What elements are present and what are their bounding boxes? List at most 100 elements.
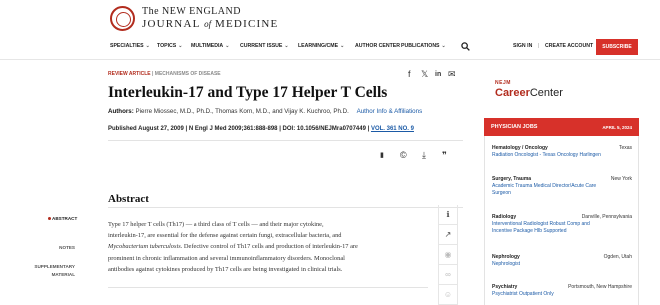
logo-title-bottom[interactable]: JOURNAL of MEDICINE xyxy=(142,18,278,30)
authors-label: Authors: xyxy=(108,108,134,115)
nav-label: CURRENT ISSUE xyxy=(240,43,283,49)
logo-of: of xyxy=(204,19,212,29)
career-center-logo[interactable]: CareerCenter xyxy=(495,87,563,99)
eye-icon[interactable]: ◉ xyxy=(438,245,458,265)
nav-item-publications[interactable]: PUBLICATIONS ⌄ xyxy=(401,43,446,49)
nav-item-topics[interactable]: TOPICS ⌄ xyxy=(157,43,182,49)
kicker-type[interactable]: REVIEW ARTICLE xyxy=(108,71,151,77)
authors-names: Pierre Miossec, M.D., Ph.D., Thomas Korn… xyxy=(135,108,349,115)
abstract-line: interleukin-17, are essential for the de… xyxy=(108,232,342,240)
copyright-icon[interactable]: © xyxy=(400,150,407,160)
rail-label-line1: SUPPLEMENTARY xyxy=(34,264,75,269)
trending-icon[interactable]: ↗ xyxy=(438,225,458,245)
rail-item-abstract[interactable]: ABSTRACT xyxy=(52,216,77,221)
authors-line: Authors: Pierre Miossec, M.D., Ph.D., Th… xyxy=(108,108,422,115)
job-listing[interactable]: Nephrology Ogden, Utah Nephrologist xyxy=(492,254,632,268)
physician-jobs-bar: PHYSICIAN JOBS APRIL 5, 2024 xyxy=(484,118,639,136)
center-word: Center xyxy=(529,87,563,99)
physician-jobs-title: PHYSICIAN JOBS xyxy=(491,124,538,130)
author-info-link[interactable]: Author Info & Affiliations xyxy=(357,108,423,115)
job-listing[interactable]: Radiology Danville, Pennsylvania Interven… xyxy=(492,214,632,235)
nav-label: TOPICS xyxy=(157,43,177,49)
kicker-separator: | xyxy=(151,71,154,77)
career-word: Career xyxy=(495,87,530,99)
nav-item-multimedia[interactable]: MULTIMEDIA ⌄ xyxy=(191,43,229,49)
info-icon[interactable]: ℹ xyxy=(438,205,458,225)
sign-in-label: SIGN IN xyxy=(513,43,533,49)
job-title[interactable]: Interventional Radiologist Robust Comp a… xyxy=(492,221,632,228)
download-icon[interactable]: ⤓ xyxy=(422,150,426,161)
subscribe-button[interactable]: SUBSCRIBE xyxy=(596,39,638,55)
abstract-heading: Abstract xyxy=(108,193,149,205)
nav-label: MULTIMEDIA xyxy=(191,43,224,49)
facebook-icon[interactable]: f xyxy=(408,69,411,79)
x-icon[interactable]: 𝕏 xyxy=(421,69,428,80)
job-title-cont[interactable]: Incentive Package HIb Supported xyxy=(492,228,632,235)
chevron-down-icon: ⌄ xyxy=(441,43,446,49)
nav-label: LEARNING/CME xyxy=(298,43,339,49)
job-category: Nephrology xyxy=(492,254,520,260)
chevron-down-icon: ⌄ xyxy=(225,43,230,49)
publication-info: Published August 27, 2009 | N Engl J Med… xyxy=(108,126,414,132)
create-account-link[interactable]: CREATE ACCOUNT xyxy=(545,43,593,49)
career-center-nejm-mark: NEJM xyxy=(495,80,511,86)
nav-item-learning-cme[interactable]: LEARNING/CME ⌄ xyxy=(298,43,344,49)
sign-in-link[interactable]: SIGN IN xyxy=(513,43,532,49)
nav-item-author-center[interactable]: AUTHOR CENTER xyxy=(355,43,400,49)
job-location: Texas xyxy=(618,145,632,151)
article-kicker: REVIEW ARTICLE | MECHANISMS OF DISEASE xyxy=(108,71,221,77)
physician-jobs-date: APRIL 5, 2024 xyxy=(602,124,632,130)
person-icon[interactable]: ☺ xyxy=(438,285,458,305)
article-title: Interleukin-17 and Type 17 Helper T Cell… xyxy=(108,84,388,101)
volume-link[interactable]: VOL. 361 NO. 9 xyxy=(371,126,414,132)
rail-item-supplementary[interactable]: SUPPLEMENTARY MATERIAL xyxy=(25,264,75,277)
job-location: New York xyxy=(610,176,632,182)
active-section-dot xyxy=(48,217,51,220)
nav-label: AUTHOR CENTER xyxy=(355,43,400,49)
nejm-seal-logo[interactable] xyxy=(110,6,135,31)
logo-journal: JOURNAL xyxy=(142,18,201,30)
chevron-down-icon: ⌄ xyxy=(284,43,289,49)
nav-divider: | xyxy=(538,43,540,49)
job-listing[interactable]: Surgery, Trauma New York Academic Trauma … xyxy=(492,176,632,197)
header-divider xyxy=(0,59,660,60)
article-header-divider xyxy=(108,140,463,141)
link-icon[interactable]: ∞ xyxy=(438,265,458,285)
organism-name: Mycobacterium tuberculosis xyxy=(108,243,181,251)
bookmark-icon[interactable]: ▮ xyxy=(380,151,384,159)
nav-item-specialties[interactable]: SPECIALTIES ⌄ xyxy=(110,43,150,49)
logo-title-top[interactable]: The NEW ENGLAND xyxy=(142,6,241,17)
job-location: Portsmouth, New Hampshire xyxy=(568,284,632,290)
create-account-label: CREATE ACCOUNT xyxy=(545,43,594,49)
abstract-line: Type 17 helper T cells (Th17) — a third … xyxy=(108,221,324,228)
kicker-section[interactable]: MECHANISMS OF DISEASE xyxy=(155,71,221,77)
publication-details: Published August 27, 2009 | N Engl J Med… xyxy=(108,126,370,132)
job-category: Surgery, Trauma xyxy=(492,176,532,182)
abstract-line: antibodies against cytokines produced by… xyxy=(108,265,343,273)
abstract-end-divider xyxy=(108,287,428,288)
job-category: Hematology / Oncology xyxy=(492,145,548,151)
job-title[interactable]: Radiation Oncologist - Texas Oncology Ha… xyxy=(492,152,632,159)
nav-label: PUBLICATIONS xyxy=(401,43,440,49)
abstract-divider xyxy=(108,207,463,208)
job-location: Ogden, Utah xyxy=(603,254,632,260)
job-title-cont[interactable]: Surgeon xyxy=(492,190,632,197)
job-listing[interactable]: Psychiatry Portsmouth, New Hampshire Psyc… xyxy=(492,284,632,298)
nav-item-current-issue[interactable]: CURRENT ISSUE ⌄ xyxy=(240,43,289,49)
job-title[interactable]: Academic Trauma Medical Director/Acute C… xyxy=(492,183,632,190)
job-listing[interactable]: Hematology / Oncology Texas Radiation Onc… xyxy=(492,145,632,159)
chevron-down-icon: ⌄ xyxy=(145,43,150,49)
search-icon[interactable] xyxy=(461,42,470,51)
linkedin-icon[interactable]: in xyxy=(435,71,441,78)
quote-icon[interactable]: ❞ xyxy=(442,150,447,161)
job-title[interactable]: Nephrologist xyxy=(492,261,632,268)
job-location: Danville, Pennsylvania xyxy=(581,214,632,220)
email-icon[interactable]: ✉ xyxy=(448,69,456,80)
job-title[interactable]: Psychiatrist Outpatient Only xyxy=(492,291,632,298)
job-category: Radiology xyxy=(492,214,517,220)
rail-item-notes[interactable]: NOTES xyxy=(40,245,75,250)
abstract-line: Mycobacterium tuberculosis. Defective co… xyxy=(108,241,428,252)
chevron-down-icon: ⌄ xyxy=(340,43,345,49)
abstract-line: prominent in chronic inflammation and se… xyxy=(108,254,345,262)
abstract-line-rest: . Defective control of Th17 cells and pr… xyxy=(180,243,358,251)
